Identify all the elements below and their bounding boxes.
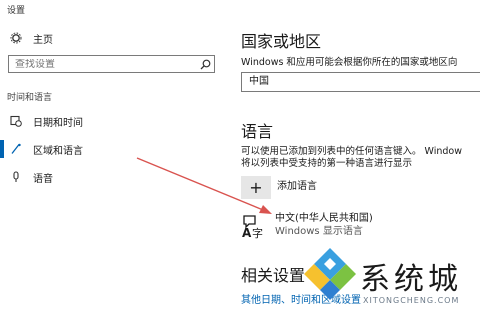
watermark-logo-icon [304, 248, 356, 300]
watermark-text: 系统城 [360, 262, 462, 297]
watermark-url: XITONGCHENG.COM [363, 296, 460, 305]
